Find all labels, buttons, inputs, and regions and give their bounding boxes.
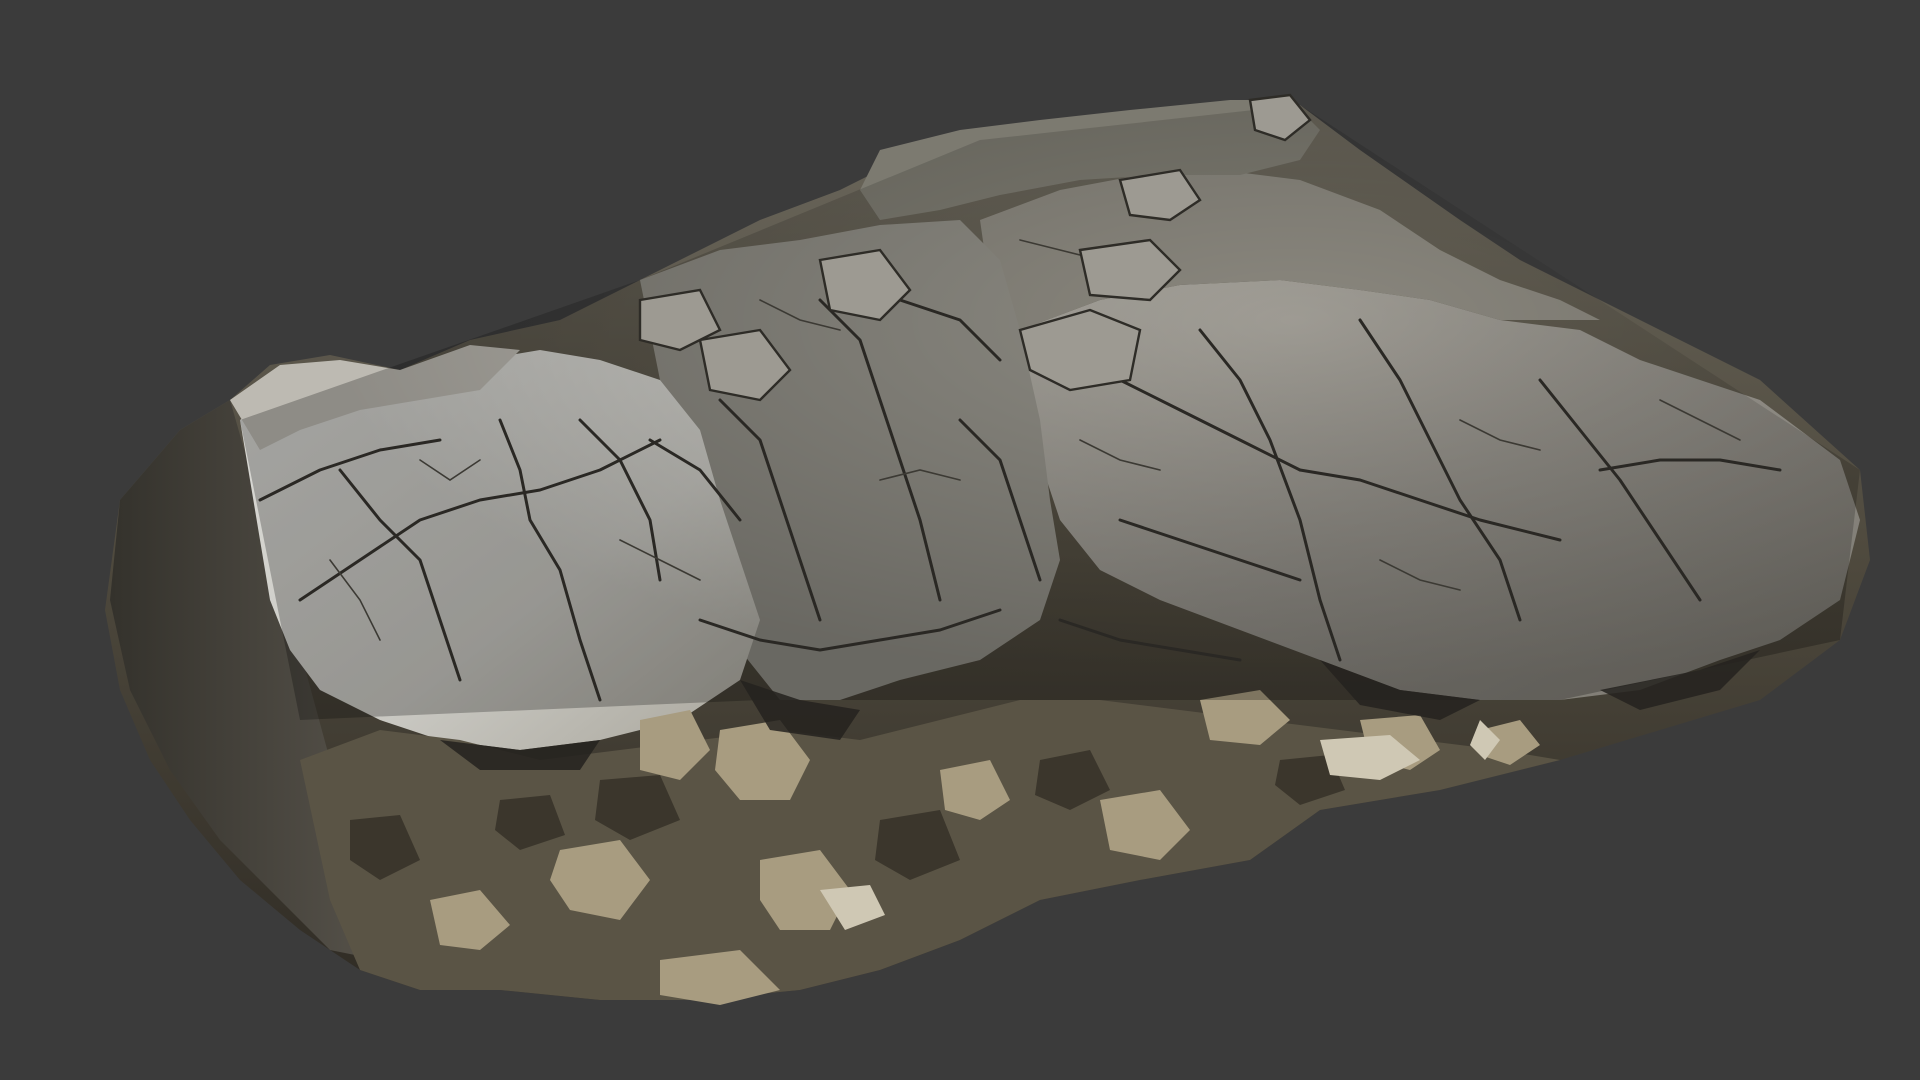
rock-scan-image [105, 93, 1870, 1005]
3d-viewport [0, 0, 1920, 1080]
